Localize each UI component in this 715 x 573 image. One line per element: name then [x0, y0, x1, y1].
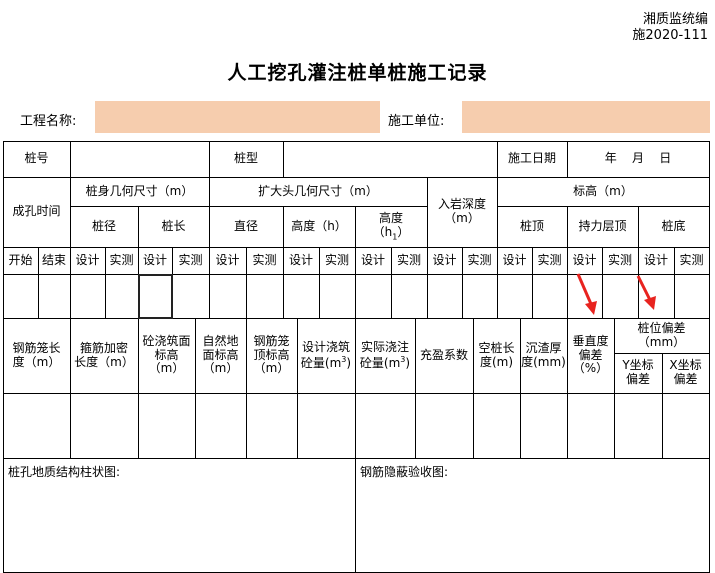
construction-date-value[interactable]: 年 月 日: [567, 141, 709, 177]
stirrup-length-label: 箍筋加密 长度（m）: [74, 340, 134, 369]
bell-diameter-label: 直径: [233, 218, 258, 233]
measured-label: 实测: [252, 252, 277, 267]
concrete-top-elevation-label: 砼浇筑面 标高 （m）: [142, 333, 191, 376]
pile-type-label: 桩型: [233, 151, 258, 166]
x-coordinate-deviation-label: X坐标 偏差: [669, 358, 702, 386]
natural-ground-elevation-label: 自然地 面标高 （m）: [202, 333, 239, 376]
measured-label: 实测: [467, 252, 492, 267]
actual-volume-label: 实际浇注 砼量(m3): [359, 339, 411, 370]
cage-length-label: 钢筋笼长 度（m）: [12, 340, 61, 369]
measured-label: 实测: [396, 252, 421, 267]
end-label: 结束: [41, 252, 66, 267]
pile-top-label: 桩顶: [519, 218, 544, 233]
measured-label: 实测: [679, 252, 704, 267]
measured-label: 实测: [537, 252, 562, 267]
pile-length-label: 桩长: [161, 218, 186, 233]
measured-label: 实测: [324, 252, 349, 267]
pile-no-cell[interactable]: [71, 142, 209, 177]
pile-type-cell[interactable]: [284, 142, 497, 177]
design-label: 设计: [142, 252, 167, 267]
red-arrow-icon: [636, 275, 656, 310]
design-label: 设计: [288, 252, 313, 267]
design-volume-label: 设计浇筑 砼量(m3): [300, 339, 352, 370]
pile-bottom-label: 桩底: [661, 218, 686, 233]
design-label: 设计: [502, 252, 527, 267]
cage-top-elevation-label: 钢筋笼 顶标高 （m）: [253, 333, 290, 376]
measured-label: 实测: [178, 252, 203, 267]
geology-column-label: 桩孔地质结构柱状图:: [8, 465, 121, 479]
construction-date-label: 施工日期: [507, 151, 556, 166]
fill-factor-label: 充盈系数: [419, 347, 468, 362]
pile-diameter-label: 桩径: [91, 218, 116, 233]
pile-position-deviation-label: 桩位偏差 （mm）: [637, 320, 686, 349]
design-label: 设计: [643, 252, 668, 267]
pile-body-dims-header: 桩身几何尺寸（m）: [85, 183, 194, 198]
red-arrow-icon: [576, 273, 597, 315]
sediment-thickness-label: 沉渣厚 度(mm): [521, 340, 566, 369]
elevation-header: 标高（m）: [573, 183, 633, 198]
design-label: 设计: [75, 252, 100, 267]
rock-depth-label: 入岩深度 （m）: [437, 197, 486, 225]
empty-pile-length-label: 空桩长 度(m): [478, 340, 515, 369]
start-label: 开始: [8, 252, 33, 267]
hole-time-label: 成孔时间: [12, 204, 61, 219]
design-label: 设计: [360, 252, 385, 267]
rebar-acceptance-label: 钢筋隐蔽验收图:: [360, 465, 449, 479]
design-label: 设计: [215, 252, 240, 267]
selected-cell[interactable]: [138, 274, 173, 319]
bearing-layer-top-label: 持力层顶: [578, 218, 627, 233]
y-coordinate-deviation-label: Y坐标 偏差: [622, 358, 654, 386]
bell-height1-label: 高度 （h1）: [372, 210, 410, 241]
bell-dims-header: 扩大头几何尺寸（m）: [258, 183, 378, 198]
table-grid: [3, 141, 710, 573]
measured-label: 实测: [607, 252, 632, 267]
pile-no-label: 桩号: [24, 151, 49, 166]
design-label: 设计: [432, 252, 457, 267]
measured-label: 实测: [109, 252, 134, 267]
bell-height-label: 高度（h）: [291, 218, 347, 233]
verticality-deviation-label: 垂直度 偏差 （%）: [572, 333, 609, 376]
